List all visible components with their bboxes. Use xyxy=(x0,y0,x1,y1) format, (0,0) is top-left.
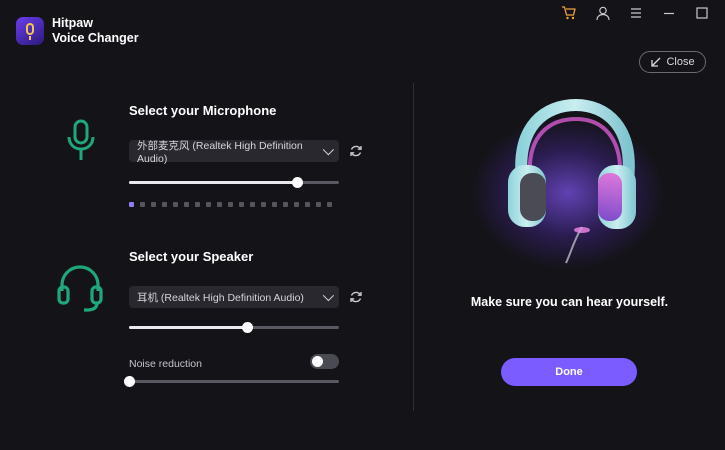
level-segment xyxy=(206,202,211,207)
chevron-down-icon xyxy=(322,289,335,302)
hear-yourself-hint: Make sure you can hear yourself. xyxy=(470,295,669,309)
level-segment xyxy=(283,202,288,207)
app-title: Hitpaw Voice Changer xyxy=(52,16,139,46)
level-segment xyxy=(217,202,222,207)
headset-icon xyxy=(57,265,103,312)
microphone-select[interactable]: 外部麦克风 (Realtek High Definition Audio) xyxy=(129,139,339,165)
speaker-select[interactable]: 耳机 (Realtek High Definition Audio) xyxy=(129,286,339,308)
close-label: Close xyxy=(666,56,695,68)
menu-icon[interactable] xyxy=(628,5,644,21)
microphone-section-title: Select your Microphone xyxy=(129,103,277,118)
level-segment xyxy=(228,202,233,207)
level-segment xyxy=(140,202,145,207)
arrow-back-icon xyxy=(651,57,661,67)
microphone-volume-knob[interactable] xyxy=(292,177,303,188)
speaker-volume-slider[interactable] xyxy=(129,322,339,333)
speaker-device-value: 耳机 (Realtek High Definition Audio) xyxy=(137,291,304,304)
level-segment xyxy=(239,202,244,207)
user-icon[interactable] xyxy=(595,5,611,21)
level-segment xyxy=(272,202,277,207)
level-segment xyxy=(261,202,266,207)
microphone-refresh-icon[interactable] xyxy=(349,144,363,158)
level-segment xyxy=(162,202,167,207)
level-segment xyxy=(327,202,332,207)
level-segment xyxy=(184,202,189,207)
app-logo xyxy=(16,17,44,45)
noise-reduction-knob[interactable] xyxy=(124,376,135,387)
level-segment xyxy=(250,202,255,207)
noise-reduction-label: Noise reduction xyxy=(129,358,202,370)
microphone-level-meter xyxy=(129,202,332,207)
noise-reduction-slider[interactable] xyxy=(124,376,339,387)
level-segment xyxy=(294,202,299,207)
level-segment xyxy=(173,202,178,207)
microphone-volume-slider[interactable] xyxy=(129,177,339,188)
minimize-icon[interactable] xyxy=(661,5,677,21)
headphones-illustration xyxy=(508,98,636,264)
level-segment xyxy=(129,202,134,207)
level-segment xyxy=(305,202,310,207)
speaker-volume-knob[interactable] xyxy=(241,322,253,333)
level-segment xyxy=(195,202,200,207)
done-button[interactable]: Done xyxy=(501,358,637,386)
level-segment xyxy=(151,202,156,207)
app-name-line2: Voice Changer xyxy=(52,31,139,45)
close-button[interactable]: Close xyxy=(639,51,706,73)
panel-divider xyxy=(413,83,414,411)
chevron-down-icon xyxy=(323,144,335,156)
microphone-device-value: 外部麦克风 (Realtek High Definition Audio) xyxy=(137,139,303,165)
noise-reduction-toggle[interactable] xyxy=(310,354,339,369)
cart-icon[interactable] xyxy=(561,5,577,21)
level-segment xyxy=(316,202,321,207)
speaker-section-title: Select your Speaker xyxy=(129,249,254,264)
speaker-refresh-icon[interactable] xyxy=(349,290,363,304)
app-name-line1: Hitpaw xyxy=(52,16,93,30)
microphone-icon xyxy=(67,119,95,160)
maximize-icon[interactable] xyxy=(694,5,710,21)
